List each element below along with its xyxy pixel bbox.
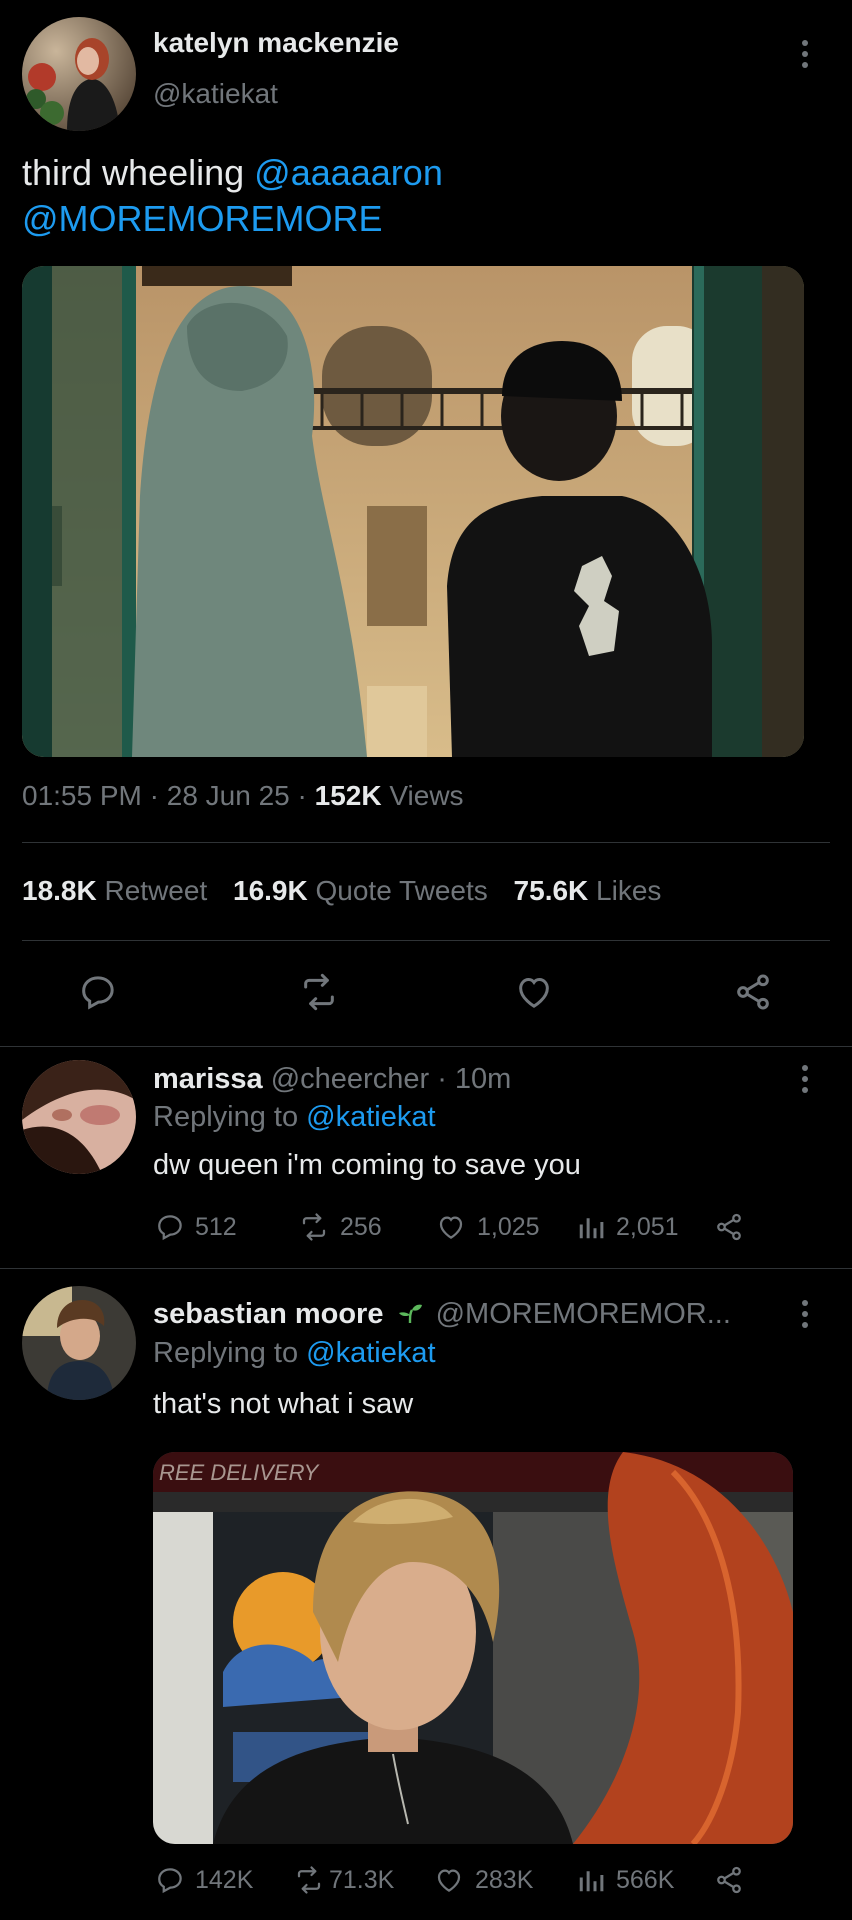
reply-author-handle[interactable]: @MOREMOREMOR... xyxy=(436,1298,731,1330)
retweet-count: 256 xyxy=(340,1212,382,1241)
divider xyxy=(22,842,830,843)
reply-photo[interactable]: REE DELIVERY xyxy=(153,1452,793,1844)
replying-to-label: Replying to xyxy=(153,1337,299,1369)
tweet-meta: 01:55 PM · 28 Jun 25 · 152K Views xyxy=(22,780,464,812)
reply-count-button[interactable]: 142K xyxy=(155,1865,253,1895)
like-count-button[interactable]: 283K xyxy=(433,1865,533,1895)
reply-count: 512 xyxy=(195,1212,237,1241)
window-scene-image xyxy=(22,266,804,757)
divider xyxy=(0,1046,852,1047)
retweet-count-button[interactable]: 256 xyxy=(298,1212,382,1242)
quotes-stat[interactable]: 16.9K Quote Tweets xyxy=(233,875,496,906)
views-icon xyxy=(579,1218,604,1239)
likes-count: 75.6K xyxy=(513,875,589,906)
reply-text: that's not what i saw xyxy=(153,1388,414,1420)
mention-link[interactable]: @katiekat xyxy=(306,1101,435,1133)
portrait-image: REE DELIVERY xyxy=(153,1452,793,1844)
reply-icon[interactable] xyxy=(78,972,118,1017)
avatar-image xyxy=(22,1060,136,1174)
avatar-image xyxy=(22,17,136,131)
meta-dot: · xyxy=(297,780,307,811)
reply-author-handle[interactable]: @cheercher xyxy=(271,1063,429,1095)
more-options-icon[interactable] xyxy=(801,40,809,73)
retweet-count: 71.3K xyxy=(329,1865,395,1894)
share-icon[interactable] xyxy=(732,972,774,1017)
reply-header: sebastian moore @MOREMOREMOR... xyxy=(153,1298,731,1333)
reply-text: dw queen i'm coming to save you xyxy=(153,1149,581,1181)
mention-link[interactable]: @MOREMOREMORE xyxy=(22,198,383,239)
retweet-icon xyxy=(297,1866,321,1894)
view-count: 2,051 xyxy=(616,1212,679,1241)
tweet-time: 01:55 PM xyxy=(22,780,142,811)
view-count-button[interactable]: 2,051 xyxy=(576,1212,679,1242)
quotes-count: 16.9K xyxy=(233,875,308,906)
like-count: 283K xyxy=(475,1865,534,1894)
image-sign-text: REE DELIVERY xyxy=(159,1460,320,1485)
mention-link[interactable]: @aaaaaron xyxy=(254,152,443,193)
quotes-label: Quote Tweets xyxy=(315,875,488,906)
like-icon xyxy=(437,1869,461,1892)
views-count: 152K xyxy=(314,780,382,811)
tweet-photo[interactable] xyxy=(22,266,804,757)
author-avatar[interactable] xyxy=(22,17,136,131)
like-count: 1,025 xyxy=(477,1212,540,1241)
share-icon xyxy=(717,1866,741,1894)
tweet-text: third wheeling @aaaaaron @MOREMOREMORE xyxy=(22,150,443,242)
divider xyxy=(22,940,830,941)
reply-author-name[interactable]: sebastian moore xyxy=(153,1298,383,1330)
replying-to-label: Replying to xyxy=(153,1101,299,1133)
likes-label: Likes xyxy=(596,875,662,906)
retweets-label: Retweet xyxy=(104,875,208,906)
replying-to: Replying to @katiekat xyxy=(153,1101,436,1134)
view-count: 566K xyxy=(616,1865,675,1894)
retweet-icon[interactable] xyxy=(298,972,340,1017)
share-button[interactable] xyxy=(713,1212,745,1242)
tweet-text-plain: third wheeling xyxy=(22,152,245,193)
likes-stat[interactable]: 75.6K Likes xyxy=(514,875,662,906)
divider xyxy=(0,1268,852,1269)
retweets-count: 18.8K xyxy=(22,875,97,906)
author-handle[interactable]: @katiekat xyxy=(153,78,278,110)
retweets-stat[interactable]: 18.8K Retweet xyxy=(22,875,215,906)
seedling-icon xyxy=(396,1300,424,1333)
meta-dot: · xyxy=(437,1063,447,1095)
reply-time: 10m xyxy=(454,1063,512,1095)
view-count-button[interactable]: 566K xyxy=(576,1865,674,1895)
share-button[interactable] xyxy=(713,1865,745,1895)
reply-icon xyxy=(158,1868,182,1894)
tweet-stats: 18.8K Retweet 16.9K Quote Tweets 75.6K L… xyxy=(22,875,661,907)
more-options-icon[interactable] xyxy=(801,1065,809,1098)
reply-count: 142K xyxy=(195,1865,254,1894)
reply-avatar[interactable] xyxy=(22,1060,136,1174)
like-icon xyxy=(439,1216,463,1239)
like-icon[interactable] xyxy=(513,972,555,1017)
reply-author-name[interactable]: marissa xyxy=(153,1063,263,1095)
share-icon xyxy=(717,1213,741,1241)
tweet-date: 28 Jun 25 xyxy=(166,780,290,811)
like-count-button[interactable]: 1,025 xyxy=(435,1212,540,1242)
meta-dot: · xyxy=(149,780,159,811)
author-name[interactable]: katelyn mackenzie xyxy=(153,27,399,59)
more-options-icon[interactable] xyxy=(801,1300,809,1333)
views-icon xyxy=(579,1871,604,1892)
reply-icon xyxy=(158,1215,182,1241)
retweet-count-button[interactable]: 71.3K xyxy=(293,1865,394,1895)
replying-to: Replying to @katiekat xyxy=(153,1337,436,1370)
avatar-image xyxy=(22,1286,136,1400)
reply-count-button[interactable]: 512 xyxy=(155,1212,237,1242)
mention-link[interactable]: @katiekat xyxy=(306,1337,435,1369)
views-label: Views xyxy=(389,780,464,811)
reply-avatar[interactable] xyxy=(22,1286,136,1400)
retweet-icon xyxy=(302,1213,326,1241)
reply-header: marissa @cheercher · 10m xyxy=(153,1063,511,1096)
